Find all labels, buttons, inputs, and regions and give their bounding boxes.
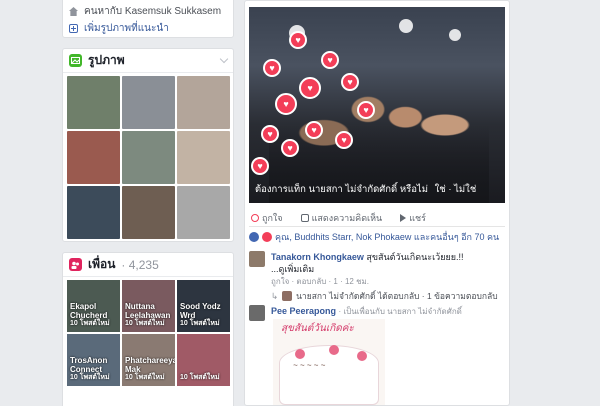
photos-title[interactable]: รูปภาพ bbox=[88, 51, 125, 70]
home-icon bbox=[69, 7, 78, 16]
heart-icon: ♥ bbox=[263, 59, 281, 77]
share-icon bbox=[400, 213, 407, 222]
stage-light bbox=[399, 19, 413, 33]
photo-thumbnail[interactable] bbox=[67, 186, 120, 239]
friend-tile[interactable]: Ekapol Chucherd 10 โพสต์ใหม่ bbox=[67, 280, 120, 332]
photo-thumbnail[interactable] bbox=[177, 186, 230, 239]
heart-icon: ♥ bbox=[275, 93, 297, 115]
photo-thumbnail[interactable] bbox=[67, 131, 120, 184]
intro-row-home: คนหากับ Kasemsuk Sukkasem bbox=[63, 3, 233, 20]
group-of-people bbox=[269, 47, 489, 203]
photo-post: ♥ ♥ ♥ ♥ ♥ ♥ ♥ ♥ ♥ ♥ ♥ ♥ ต้องการแท็ก นายส… bbox=[244, 0, 510, 406]
friend-new-posts: 10 โพสต์ใหม่ bbox=[70, 374, 110, 381]
comment: Pee Peerapong · เป็นเพื่อนกับ นายสกา ไม่… bbox=[249, 305, 505, 321]
friend-new-posts: 10 โพสต์ใหม่ bbox=[180, 374, 220, 381]
friend-new-posts: 10 โพสต์ใหม่ bbox=[125, 374, 165, 381]
heart-icon: ♥ bbox=[261, 125, 279, 143]
rose-decoration bbox=[329, 345, 339, 355]
tag-suggestion: ต้องการแท็ก นายสกา ไม่จำกัดศักดิ์ หรือไม… bbox=[255, 182, 476, 197]
like-button[interactable]: ถูกใจ bbox=[251, 211, 283, 225]
cake-script: ~ ~ ~ ~ ~ bbox=[293, 361, 326, 370]
heart-icon: ♥ bbox=[357, 101, 375, 119]
heart-icon: ♥ bbox=[335, 131, 353, 149]
commenter-name[interactable]: Tanakorn Khongkaew bbox=[271, 252, 364, 262]
photo-thumbnail[interactable] bbox=[122, 76, 175, 129]
reply-summary[interactable]: ↳ นายสกา ไม่จำกัดศักดิ์ ได้ตอบกลับ · 1 ข… bbox=[271, 289, 501, 303]
like-icon bbox=[251, 213, 259, 222]
avatar[interactable] bbox=[249, 305, 265, 321]
like-reaction-icon bbox=[249, 232, 259, 242]
add-photos-row[interactable]: เพิ่มรูปภาพที่แนะนำ bbox=[63, 20, 233, 37]
friend-tile[interactable]: Nuttana Leelahawan 10 โพสต์ใหม่ bbox=[122, 280, 175, 332]
photo-thumbnail[interactable] bbox=[122, 131, 175, 184]
love-reaction-icon bbox=[262, 232, 272, 242]
comment-icon bbox=[300, 213, 309, 222]
comment-meta[interactable]: ถูกใจ · ตอบกลับ · 1 · 12 ชม. bbox=[271, 277, 369, 286]
share-button[interactable]: แชร์ bbox=[400, 211, 426, 225]
friend-tile[interactable]: 10 โพสต์ใหม่ bbox=[177, 334, 230, 386]
rose-decoration bbox=[295, 349, 305, 359]
stage-light bbox=[449, 29, 461, 41]
reply-text[interactable]: นายสกา ไม่จำกัดศักดิ์ ได้ตอบกลับ · 1 ข้อ… bbox=[296, 289, 498, 303]
friends-header[interactable]: เพื่อน · 4,235 bbox=[63, 253, 233, 277]
photos-card: รูปภาพ bbox=[62, 48, 234, 242]
rose-decoration bbox=[357, 351, 367, 361]
heart-icon: ♥ bbox=[321, 51, 339, 69]
photos-header[interactable]: รูปภาพ bbox=[63, 49, 233, 73]
commenter-name[interactable]: Pee Peerapong bbox=[271, 306, 336, 316]
friend-new-posts: 10 โพสต์ใหม่ bbox=[180, 320, 220, 327]
friend-tile[interactable]: TrosAnon Connect 10 โพสต์ใหม่ bbox=[67, 334, 120, 386]
cake-image[interactable]: สุขสันต์วันเกิดค่ะ ~ ~ ~ ~ ~ bbox=[273, 319, 385, 405]
reactions-summary[interactable]: คุณ, Buddhits Starr, Nok Phokaew และคนอื… bbox=[249, 229, 499, 245]
friend-tile[interactable]: Phatchareeya Mak 10 โพสต์ใหม่ bbox=[122, 334, 175, 386]
heart-icon: ♥ bbox=[299, 77, 321, 99]
friends-icon bbox=[69, 258, 82, 271]
cake-title: สุขสันต์วันเกิดค่ะ bbox=[281, 323, 354, 334]
post-actions: ถูกใจ แสดงความคิดเห็น แชร์ bbox=[249, 209, 505, 227]
tag-question: ต้องการแท็ก นายสกา ไม่จำกัดศักดิ์ หรือไม… bbox=[255, 184, 428, 195]
post-photo[interactable]: ♥ ♥ ♥ ♥ ♥ ♥ ♥ ♥ ♥ ♥ ♥ ♥ ต้องการแท็ก นายส… bbox=[249, 7, 505, 203]
friends-title[interactable]: เพื่อน bbox=[88, 255, 115, 274]
reactions-text[interactable]: คุณ, Buddhits Starr, Nok Phokaew และคนอื… bbox=[275, 230, 499, 244]
chevron-down-icon[interactable] bbox=[219, 54, 229, 64]
friends-count: · 4,235 bbox=[121, 257, 159, 272]
add-icon bbox=[69, 24, 78, 33]
friend-new-posts: 10 โพสต์ใหม่ bbox=[125, 320, 165, 327]
photo-thumbnail[interactable] bbox=[67, 76, 120, 129]
avatar[interactable] bbox=[249, 251, 265, 267]
photo-thumbnail[interactable] bbox=[122, 186, 175, 239]
heart-icon: ♥ bbox=[341, 73, 359, 91]
comment-button[interactable]: แสดงความคิดเห็น bbox=[300, 211, 383, 225]
lives-in-text: คนหากับ Kasemsuk Sukkasem bbox=[84, 6, 222, 17]
photo-thumbnail[interactable] bbox=[177, 76, 230, 129]
reply-arrow-icon: ↳ bbox=[271, 290, 279, 301]
friend-new-posts: 10 โพสต์ใหม่ bbox=[70, 320, 110, 327]
friend-tile[interactable]: Sood Yodz Wrd 10 โพสต์ใหม่ bbox=[177, 280, 230, 332]
tag-yes-no[interactable]: ใช่ · ไม่ใช่ bbox=[435, 184, 477, 195]
avatar bbox=[282, 291, 293, 301]
photo-thumbnail[interactable] bbox=[177, 131, 230, 184]
friend-grid: Ekapol Chucherd 10 โพสต์ใหม่ Nuttana Leela… bbox=[63, 277, 233, 389]
comment-meta: · เป็นเพื่อนกับ นายสกา ไม่จำกัดศักดิ์ bbox=[338, 307, 462, 316]
comment-label: แสดงความคิดเห็น bbox=[311, 212, 383, 223]
friends-card: เพื่อน · 4,235 Ekapol Chucherd 10 โพสต์ให… bbox=[62, 252, 234, 406]
heart-icon: ♥ bbox=[305, 121, 323, 139]
heart-icon: ♥ bbox=[251, 157, 269, 175]
comment: Tanakorn Khongkaew สุขสันต์วันเกิดนะเว้ย… bbox=[249, 251, 505, 288]
photos-icon bbox=[69, 54, 82, 67]
see-more-link[interactable]: ...ดูเพิ่มเติม bbox=[271, 264, 314, 274]
share-label: แชร์ bbox=[409, 212, 426, 223]
heart-icon: ♥ bbox=[281, 139, 299, 157]
heart-icon: ♥ bbox=[289, 31, 307, 49]
comment-text: สุขสันต์วันเกิดนะเว้ยยย.!! bbox=[366, 252, 464, 262]
like-label: ถูกใจ bbox=[262, 212, 283, 223]
photo-grid bbox=[63, 73, 233, 242]
intro-card: คนหากับ Kasemsuk Sukkasem เพิ่มรูปภาพที่… bbox=[62, 0, 234, 38]
add-featured-link[interactable]: เพิ่มรูปภาพที่แนะนำ bbox=[84, 21, 169, 36]
